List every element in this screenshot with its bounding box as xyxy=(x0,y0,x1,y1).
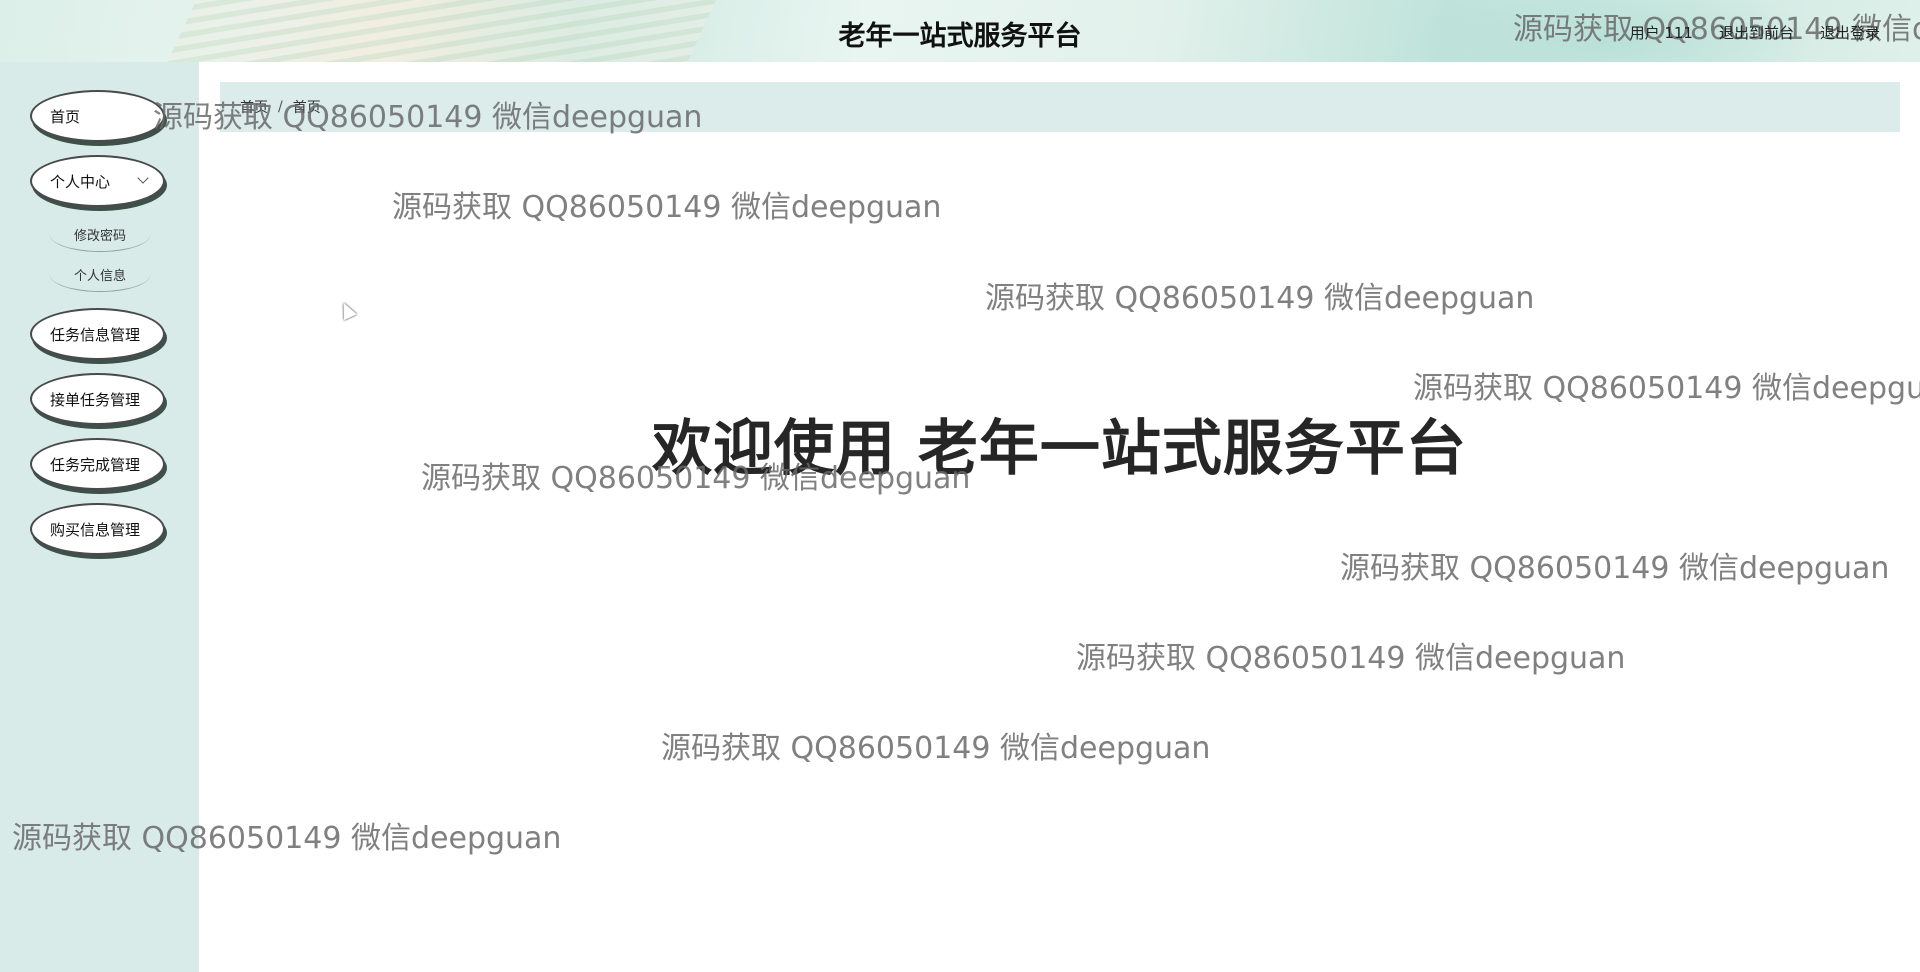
breadcrumb: 首页 / 首页 xyxy=(220,82,1900,132)
chevron-down-icon xyxy=(137,172,149,184)
header-actions: 用户 111 退出到前台 退出登录 xyxy=(1630,22,1880,43)
sidebar-item-label: 任务完成管理 xyxy=(50,455,141,474)
back-to-front-link[interactable]: 退出到前台 xyxy=(1719,22,1794,43)
sidebar-item-label: 购买信息管理 xyxy=(50,520,141,539)
sidebar-item-personal-center[interactable]: 个人中心 xyxy=(30,155,165,207)
breadcrumb-current: 首页 xyxy=(292,100,321,116)
breadcrumb-home[interactable]: 首页 xyxy=(240,97,268,117)
sidebar-item-label: 任务信息管理 xyxy=(50,325,141,344)
sidebar-subitem-label: 个人信息 xyxy=(73,269,126,284)
watermark: 源码获取 QQ86050149 微信deepguan xyxy=(1340,551,1890,586)
breadcrumb-separator: / xyxy=(278,99,283,115)
watermark: 源码获取 QQ86050149 微信deepguan xyxy=(985,281,1535,316)
sidebar-item-label: 首页 xyxy=(50,107,81,126)
watermark: 源码获取 QQ86050149 微信deepguan xyxy=(661,731,1211,766)
sidebar-item-home[interactable]: 首页 xyxy=(30,90,165,142)
logout-link[interactable]: 退出登录 xyxy=(1820,22,1880,43)
sidebar: 首页 个人中心 修改密码 个人信息 任务信息管理 接单任务管理 任务完成管理 购… xyxy=(0,62,199,972)
sidebar-item-order-task[interactable]: 接单任务管理 xyxy=(30,373,165,425)
sidebar-item-task-info[interactable]: 任务信息管理 xyxy=(30,308,165,360)
top-header: 老年一站式服务平台 用户 111 退出到前台 退出登录 xyxy=(0,0,1920,62)
watermark: 源码获取 QQ86050149 微信deepguan xyxy=(1076,641,1626,676)
page: 老年一站式服务平台 用户 111 退出到前台 退出登录 首页 个人中心 修改密码… xyxy=(0,0,1920,972)
sidebar-item-purchase-info[interactable]: 购买信息管理 xyxy=(30,503,165,555)
sidebar-subitem-label: 修改密码 xyxy=(73,229,126,244)
welcome-heading: 欢迎使用 老年一站式服务平台 xyxy=(652,414,1467,484)
sidebar-subitem-change-password[interactable]: 修改密码 xyxy=(50,218,150,252)
sidebar-item-task-complete[interactable]: 任务完成管理 xyxy=(30,438,165,490)
watermark: 源码获取 QQ86050149 微信deepguan xyxy=(392,190,942,225)
sidebar-subitem-personal-info[interactable]: 个人信息 xyxy=(50,258,150,292)
sidebar-item-label: 接单任务管理 xyxy=(50,390,141,409)
sidebar-item-label: 个人中心 xyxy=(50,172,111,191)
user-label: 用户 111 xyxy=(1629,24,1693,42)
mouse-cursor-icon xyxy=(337,299,357,321)
